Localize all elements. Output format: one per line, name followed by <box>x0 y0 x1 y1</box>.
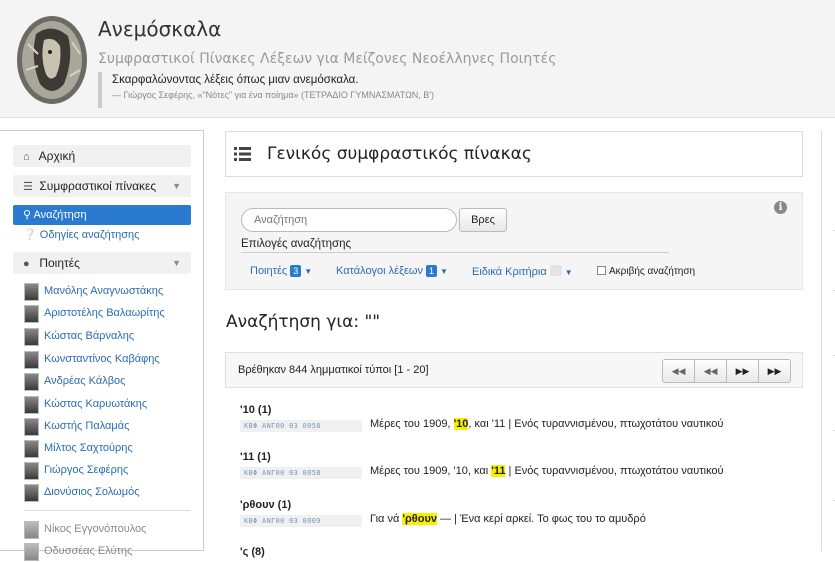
highlighted-term: '10 <box>453 418 469 430</box>
list-icon: ☰ <box>23 181 33 193</box>
search-options-label: Επιλογές αναζήτησης <box>241 238 669 253</box>
right-panel-edge <box>821 130 835 551</box>
quote-source: — Γιώργος Σεφέρης, «"Νότες" για ένα ποίη… <box>112 90 435 100</box>
verse-reference[interactable]: ΚΒΦ ΑΝΓ00 03 0058 <box>240 420 362 432</box>
poet-portrait-icon <box>24 418 39 436</box>
poet-portrait-icon <box>24 484 39 502</box>
result-word[interactable]: 'ς (8) <box>240 546 800 558</box>
sidebar-item-poets[interactable]: ● Ποιητές ▼ <box>13 252 191 274</box>
poet-portrait-icon <box>24 373 39 391</box>
home-icon: ⌂ <box>23 151 30 163</box>
search-icon: ⚲ <box>23 209 32 221</box>
dropdown-label: Κατάλογοι λέξεων <box>336 265 424 277</box>
result-entry: '11 (1) ΚΒΦ ΑΝΓ00 03 0058 Μέρες του 1909… <box>240 451 800 479</box>
verse-reference[interactable]: ΚΒΦ ΑΝΓ00 03 0009 <box>240 515 362 527</box>
result-word[interactable]: '11 (1) <box>240 451 800 463</box>
result-entry: '10 (1) ΚΒΦ ΑΝΓ00 03 0058 Μέρες του 1909… <box>240 404 800 432</box>
sidebar-item-label: Αναζήτηση <box>33 209 87 221</box>
next-page-icon[interactable]: ▶▶ <box>726 359 759 383</box>
poet-portrait-icon <box>24 521 39 539</box>
site-header: Ανεμόσκαλα Συμφραστικοί Πίνακες Λέξεων γ… <box>0 0 835 118</box>
count-badge: 1 <box>426 265 438 277</box>
poet-portrait-icon <box>24 543 39 561</box>
count-badge: 3 <box>290 265 302 277</box>
prev-page-icon[interactable]: ◀◀ <box>694 359 727 383</box>
list-icon <box>234 147 251 161</box>
caret-down-icon: ▼ <box>304 267 313 276</box>
search-panel: Βρες i Επιλογές αναζήτησης Ποιητές3▼ Κατ… <box>225 192 803 290</box>
page-title-panel: Γενικός συμφραστικός πίνακας <box>225 131 803 177</box>
sidebar-item-label: Ποιητές <box>39 256 80 270</box>
sidebar-item-search[interactable]: ⚲ Αναζήτηση <box>13 205 191 225</box>
caret-down-icon: ▼ <box>564 268 573 277</box>
sidebar-item-label: Οδηγίες αναζήτησης <box>39 229 140 241</box>
criteria-filter-dropdown[interactable]: Ειδικά Κριτήρια ▼ <box>472 265 573 278</box>
first-page-icon[interactable]: ◀◀ <box>662 359 695 383</box>
results-count: Βρέθηκαν 844 λημματικοί τύποι [1 - 20] <box>238 364 429 376</box>
dropdown-label: Ειδικά Κριτήρια <box>472 266 547 278</box>
exact-search-checkbox[interactable]: Ακριβής αναζήτηση <box>597 266 695 277</box>
verse-reference[interactable]: ΚΒΦ ΑΝΓ00 03 0058 <box>240 467 362 479</box>
search-heading: Αναζήτηση για: "" <box>226 312 381 332</box>
search-input[interactable] <box>241 208 457 232</box>
verse-context: Μέρες του 1909, '10, και '11 | Ενός τυρα… <box>370 465 724 477</box>
sidebar-item-home[interactable]: ⌂ Αρχική <box>13 145 191 167</box>
result-entry: 'ς (8) <box>240 546 800 558</box>
dropdown-label: Ποιητές <box>250 265 288 277</box>
verse-context: Για νά 'ρθουν — | Ένα κερί αρκεί. Το φως… <box>370 513 646 525</box>
count-badge <box>549 265 562 276</box>
pagination: ◀◀ ◀◀ ▶▶ ▶▶ <box>662 359 791 383</box>
epigraph-quote: Σκαρφαλώνοντας λέξεις όπως μιαν ανεμόσκα… <box>98 72 434 108</box>
poet-portrait-icon <box>24 328 39 346</box>
checkbox-label: Ακριβής αναζήτηση <box>609 266 696 277</box>
result-word[interactable]: '10 (1) <box>240 404 800 416</box>
page-title: Γενικός συμφραστικός πίνακας <box>267 144 532 164</box>
quote-text: Σκαρφαλώνοντας λέξεις όπως μιαν ανεμόσκα… <box>112 74 359 86</box>
search-button[interactable]: Βρες <box>459 208 507 232</box>
highlighted-term: 'ρθουν <box>402 513 437 525</box>
sidebar-item-label: Συμφραστικοί πίνακες <box>39 179 157 193</box>
info-icon[interactable]: i <box>774 201 787 214</box>
result-word[interactable]: 'ρθουν (1) <box>240 499 800 511</box>
caret-down-icon: ▼ <box>172 181 181 191</box>
poets-filter-dropdown[interactable]: Ποιητές 3 ▼ <box>250 265 312 277</box>
poet-portrait-icon <box>24 462 39 480</box>
last-page-icon[interactable]: ▶▶ <box>758 359 791 383</box>
checkbox[interactable] <box>597 266 606 275</box>
divider <box>24 510 190 511</box>
poet-portrait-icon <box>24 351 39 369</box>
site-title[interactable]: Ανεμόσκαλα <box>98 17 221 41</box>
sidebar-item-concordances[interactable]: ☰ Συμφραστικοί πίνακες ▼ <box>13 175 191 197</box>
poet-portrait-icon <box>24 440 39 458</box>
verse-context: Μέρες του 1909, '10, και '11 | Ενός τυρα… <box>370 418 724 430</box>
question-circle-icon: ❔ <box>23 229 37 241</box>
sidebar-item-label: Αρχική <box>38 149 76 163</box>
caret-down-icon: ▼ <box>440 267 448 276</box>
poet-portrait-icon <box>24 305 39 323</box>
catalogs-filter-dropdown[interactable]: Κατάλογοι λέξεων 1 ▼ <box>336 265 448 277</box>
poet-portrait-icon <box>24 283 39 301</box>
results-bar: Βρέθηκαν 844 λημματικοί τύποι [1 - 20] ◀… <box>225 352 803 388</box>
sidebar: ⌂ Αρχική ☰ Συμφραστικοί πίνακες ▼ ⚲ Αναζ… <box>0 130 204 561</box>
result-entry: 'ρθουν (1) ΚΒΦ ΑΝΓ00 03 0009 Για νά 'ρθο… <box>240 499 800 527</box>
site-logo[interactable] <box>14 14 90 106</box>
highlighted-term: '11 <box>491 465 506 477</box>
site-subtitle: Συμφραστικοί Πίνακες Λέξεων για Μείζονες… <box>98 51 557 67</box>
poet-portrait-icon <box>24 396 39 414</box>
user-icon: ● <box>23 258 30 270</box>
caret-down-icon: ▼ <box>172 258 181 268</box>
sidebar-item-help[interactable]: ❔ Οδηγίες αναζήτησης <box>23 228 139 241</box>
